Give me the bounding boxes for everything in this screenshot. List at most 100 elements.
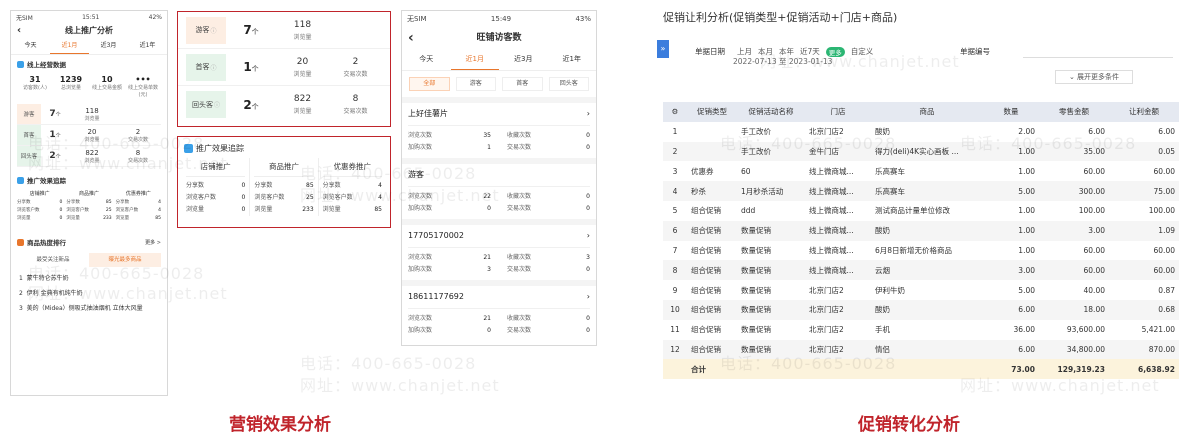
tab-1-year[interactable]: 近1年 [128,39,167,54]
funnel-metric: 822 浏览量 [276,94,329,115]
metric-value: 0 [487,327,491,334]
visitor-card[interactable]: 18611177692 › 浏览次数 21 收藏次数 0 加购次数 0 交易次数 0 [402,286,596,337]
filter-all[interactable]: 全部 [409,77,450,91]
metric-label: 收藏次数 [507,315,532,322]
metric-label: 浏览量 [84,157,100,164]
funnel-metric [329,29,382,31]
total-row: 合计 73.00 129,319.23 6,638.92 [663,359,1179,380]
tab-1-month[interactable]: 近1月 [50,39,89,54]
col-header[interactable]: 零售金额 [1039,102,1109,122]
table-cell [687,141,737,162]
funnel-row-visitor[interactable]: 游客 ⓘ 7个 118 浏览量 [178,12,390,49]
kv-value: 0 [59,208,63,213]
metric-label: 收藏次数 [507,254,532,261]
col-header[interactable]: 让利金额 [1109,102,1179,122]
table-cell: 酸奶 [875,127,890,137]
expand-conditions-button[interactable]: ⌄ 展开更多条件 [1055,70,1133,84]
filter-first[interactable]: 首客 [502,77,543,91]
row-index: 3 [672,166,678,176]
table-row[interactable]: 5 组合促销 ddd 线上微商城... 测试商品计量单位修改 1.00 100.00 100.… [663,201,1179,221]
list-item[interactable]: 1 蒙牛特仑苏牛奶 [19,271,159,286]
funnel-row-visitor[interactable]: 游客 7个 118 浏览量 [17,104,161,125]
col-header[interactable]: 门店 [805,102,871,122]
list-item[interactable]: 3 美的（Midea）侧吸式抽油烟机 立体大风量 [19,301,159,316]
table-cell: 6.00 [1088,127,1105,137]
visitor-card[interactable]: 游客 浏览次数 22 收藏次数 0 加购次数 0 交易次数 0 [402,164,596,225]
col-header[interactable]: 数量 [983,102,1039,122]
metric-label: 浏览量 [293,108,312,115]
funnel-row-first[interactable]: 首客 1个 20 浏览量 2 交易次数 [17,125,161,146]
tab-3-months[interactable]: 近3月 [89,39,128,54]
kv-value: 0 [59,216,63,221]
table-row[interactable]: 11 组合促销 数量促销 北京门店2 手机 36.00 93,600.00 5,421.00 [663,320,1179,340]
visitor-card[interactable]: 上好佳薯片 › 浏览次数 35 收藏次数 0 加购次数 1 交易次数 0 [402,103,596,164]
table-cell: 40.00 [1083,285,1105,295]
filter-return[interactable]: 回头客 [548,77,589,91]
table-cell: 93,600.00 [1066,325,1105,335]
section-promo: 推广效果追踪 [11,171,167,189]
settings-icon[interactable]: ⚙ [663,102,687,122]
row-index: 8 [663,260,687,281]
kv-label: 浏览客户数 [17,208,40,213]
col-header[interactable]: 促销类型 [687,102,737,122]
metric-label: 浏览次数 [408,132,433,139]
tab-new-goods[interactable]: 最受关注新品 [17,253,89,267]
metric-label: 交易次数 [507,327,532,334]
tab-exposed-goods[interactable]: 曝光最多商品 [89,253,161,267]
visitor-card[interactable]: 17705170002 › 浏览次数 21 收藏次数 3 加购次数 3 交易次数 0 [402,225,596,286]
tab-today[interactable]: 今天 [402,49,451,70]
table-row[interactable]: 9 组合促销 数量促销 北京门店2 伊利牛奶 5.00 40.00 0.87 [663,280,1179,300]
kv-label: 浏览客户数 [66,208,89,213]
funnel-row-first[interactable]: 首客 ⓘ 1个 20 浏览量 2 交易次数 [178,49,390,86]
kv-label: 浏览客户数 [254,194,285,201]
table-row[interactable]: 2 手工改价 金牛门店 得力(deli)4K实心画板 ... 1.00 35.00 0.05 [663,141,1179,162]
more-link[interactable]: 更多 > [145,239,161,246]
table-row[interactable]: 10 组合促销 数量促销 北京门店2 酸奶 6.00 18.00 0.68 [663,299,1179,320]
back-icon[interactable]: ‹ [408,27,414,49]
table-row[interactable]: 7 组合促销 数量促销 线上微商城... 6月8日新增无价格商品 1.00 60.00 60.… [663,241,1179,261]
metric-label: 浏览次数 [408,315,433,322]
stat-value: 1239 [59,75,83,84]
table-row[interactable]: 1 手工改价 北京门店2 酸奶 2.00 6.00 6.00 [663,122,1179,142]
table-cell: 60.00 [1153,245,1175,255]
table-row[interactable]: 3 优惠券 60 线上微商城... 乐高赛车 1.00 60.00 60.00 [663,161,1179,181]
section-hot-head: 商品热度排行 [17,237,66,247]
funnel-row-return[interactable]: 回头客 ⓘ 2个 822 浏览量 8 交易次数 [178,86,390,123]
metric-label: 交易次数 [507,266,532,273]
period-tabs: 今天 近1月 近3月 近1年 [402,49,596,71]
table-cell: 60.00 [1083,166,1105,176]
col-header[interactable]: 商品 [871,102,983,122]
funnel-row-return[interactable]: 回头客 2个 822 浏览量 8 交易次数 [17,146,161,167]
table-row[interactable]: 12 组合促销 数量促销 北京门店2 情侣 6.00 34,800.00 870.00 [663,339,1179,360]
promo-col-coupon: 优惠券推广 分享数 4 浏览客户数 4 浏览量 85 [114,189,163,223]
date-more-button[interactable]: 更多 [825,46,845,57]
metric-value: 8 [352,94,359,104]
col-header[interactable]: 促销活动名称 [737,102,805,122]
row-index: 1 [672,127,678,137]
tab-today[interactable]: 今天 [11,39,50,54]
table-cell: ddd [741,206,756,216]
promo-col-title: 优惠券推广 [125,191,151,197]
promo-col-goods: 商品推广 分享数 85 浏览客户数 25 浏览量 233 [64,189,113,223]
funnel-count: 7个 [41,109,69,119]
doc-no-input[interactable] [1023,44,1173,58]
collapse-toggle-icon[interactable]: » [657,40,669,58]
table-row[interactable]: 6 组合促销 数量促销 线上微商城... 酸奶 1.00 3.00 1.09 [663,220,1179,241]
count-value: 7 [243,23,252,37]
tab-3-months[interactable]: 近3月 [499,49,548,70]
kv-value: 85 [105,200,112,205]
date-custom[interactable]: 自定义 [851,46,874,57]
table-row[interactable]: 4 秒杀 1月秒杀活动 线上微商城... 乐高赛车 5.00 300.00 75.00 [663,181,1179,201]
tab-1-year[interactable]: 近1年 [548,49,597,70]
list-item[interactable]: 2 伊利 金典有机纯牛奶 [19,286,159,301]
funnel-count: 1个 [41,130,69,140]
filter-visitor[interactable]: 游客 [455,77,496,91]
back-icon[interactable]: ‹ [17,23,21,39]
table-body: 1 手工改价 北京门店2 酸奶 2.00 6.00 6.00 2 手工改价 金牛门店 得力(deli… [663,122,1179,360]
hot-list: 1 蒙牛特仑苏牛奶 2 伊利 金典有机纯牛奶 3 美的（Midea）侧吸式抽油烟… [11,269,167,318]
tab-1-month[interactable]: 近1月 [450,49,499,70]
status-bar: 无SIM 15:51 42% [11,11,167,23]
table-row[interactable]: 8 组合促销 数量促销 线上微商城... 云烟 3.00 60.00 60.00 [663,260,1179,281]
promo-col-title: 优惠券推广 [322,158,382,177]
table-cell: 数量促销 [737,339,805,360]
